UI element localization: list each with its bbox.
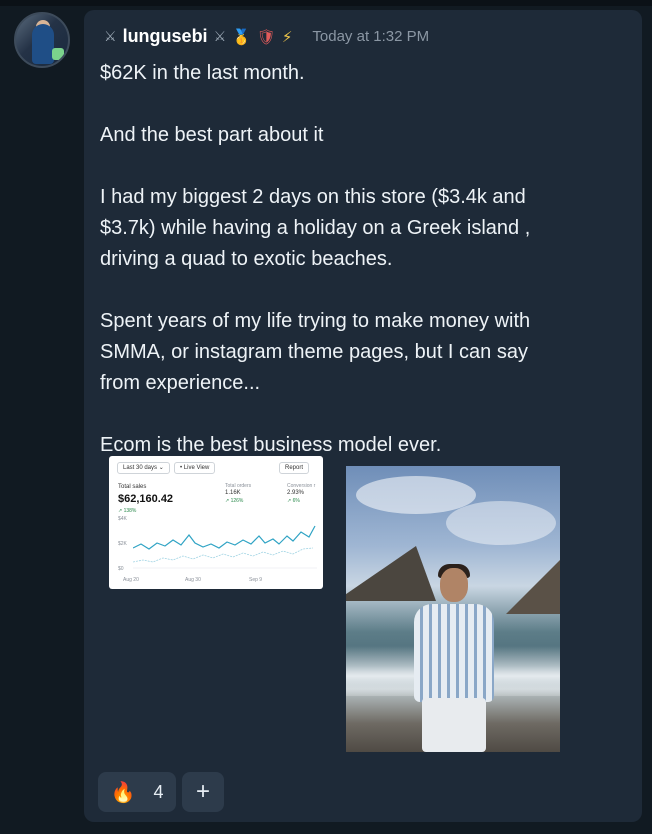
avatar-figure: [32, 24, 54, 64]
sword-flair-icon: ⚔: [104, 28, 117, 44]
fire-reaction-button[interactable]: 🔥 4: [98, 772, 176, 812]
message-line: And the best part about it: [100, 124, 324, 146]
live-view-chip: • Live View: [174, 462, 216, 474]
conversion-change: ↗ 6%: [287, 498, 300, 504]
sales-screenshot-image[interactable]: Last 30 days ⌄ • Live View Report Total …: [109, 456, 323, 589]
sword-flair-icon: ⚔: [213, 28, 227, 44]
message-line: I had my biggest 2 days on this store ($…: [100, 186, 526, 208]
photo-cloud: [446, 501, 556, 545]
user-avatar[interactable]: [14, 12, 70, 68]
y-tick-label: $2K: [118, 541, 127, 547]
total-sales-value: $62,160.42: [118, 493, 174, 505]
username[interactable]: lungusebi: [123, 26, 208, 47]
message-line: from experience...: [100, 372, 261, 394]
reaction-count: 4: [153, 781, 164, 802]
y-tick-label: $0: [118, 566, 124, 572]
x-tick-label: Aug 30: [185, 577, 201, 583]
shield-icon: 🛡: [256, 28, 276, 46]
message-line: Spent years of my life trying to make mo…: [100, 310, 531, 332]
sales-sparkline: [133, 525, 317, 569]
message-line: $3.7k) while having a holiday on a Greek…: [100, 217, 531, 239]
total-sales-label: Total sales: [118, 484, 147, 490]
orders-value: 1.16K: [225, 490, 241, 496]
x-tick-label: Aug 20: [123, 577, 139, 583]
bolt-icon: ⚡: [281, 28, 293, 46]
orders-label: Total orders: [225, 483, 252, 489]
add-reaction-button[interactable]: +: [182, 772, 224, 812]
photo-person-head: [440, 568, 468, 602]
photo-person-pants: [422, 698, 486, 752]
avatar-badge-icon: [52, 48, 64, 60]
x-tick-label: Sep 9: [249, 577, 263, 583]
photo-rock-left: [346, 546, 436, 601]
message-line: SMMA, or instagram theme pages, but I ca…: [100, 341, 528, 363]
conversion-value: 2.93%: [287, 490, 305, 496]
orders-change: ↗ 126%: [225, 498, 244, 504]
fire-icon: 🔥: [110, 781, 136, 804]
medal-icon: 🥇: [232, 28, 251, 46]
top-edge: [0, 0, 652, 6]
message-body: $62K in the last month. And the best part…: [100, 58, 620, 461]
beach-photo-image[interactable]: [346, 466, 560, 752]
message-line: $62K in the last month.: [100, 62, 305, 84]
message-card: ⚔ lungusebi ⚔ 🥇 🛡 ⚡ Today at 1:32 PM $62…: [84, 10, 642, 822]
y-tick-label: $4K: [118, 516, 127, 522]
comparison-line: [133, 547, 314, 563]
timestamp: Today at 1:32 PM: [312, 28, 430, 45]
report-chip: Report: [279, 462, 310, 474]
photo-person-shirt: [414, 604, 494, 702]
total-sales-change: ↗ 138%: [118, 508, 137, 514]
conversion-label: Conversion r: [287, 483, 316, 489]
photo-rock-right: [506, 554, 560, 614]
date-range-chip: Last 30 days ⌄: [117, 462, 170, 474]
message-line: driving a quad to exotic beaches.: [100, 248, 393, 270]
sales-line: [133, 525, 316, 550]
message-header: ⚔ lungusebi ⚔ 🥇 🛡 ⚡ Today at 1:32 PM: [104, 26, 429, 47]
